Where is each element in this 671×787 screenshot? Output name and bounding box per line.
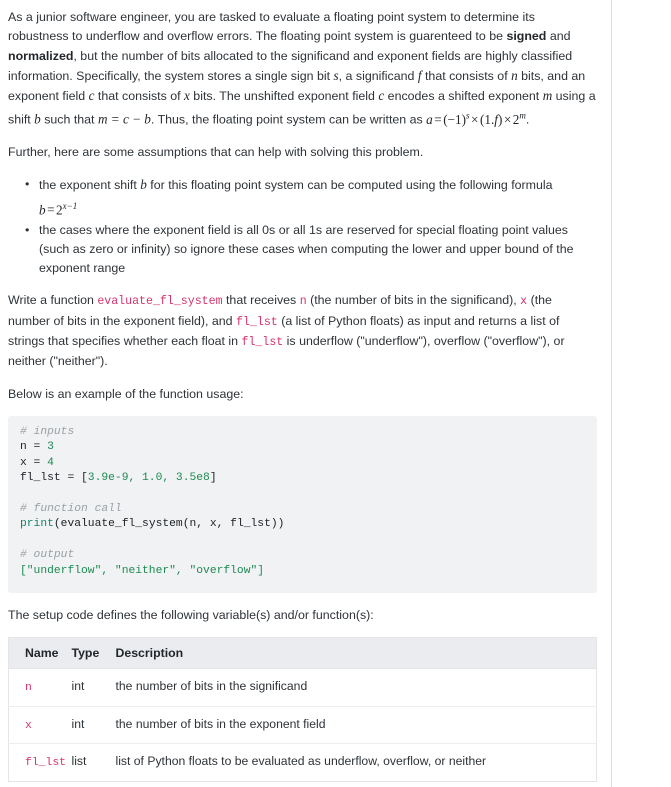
task-paragraph: Write a function evaluate_fl_system that… <box>8 291 597 371</box>
math-symbol-n: n <box>511 67 518 83</box>
code-var-fl-lst: fl_lst = [ <box>20 472 88 485</box>
math-formula-b: b = 2x−1 <box>39 200 78 218</box>
assumption-item-1: • the exponent shift b for this floating … <box>25 175 597 219</box>
header-type: Type <box>71 637 116 670</box>
header-name: Name <box>8 637 72 670</box>
code-comment-output: # output <box>20 549 75 562</box>
intro-text-8: bits. The unshifted exponent field <box>189 89 379 104</box>
code-val-fl-lst-end: ] <box>209 472 217 485</box>
inline-code-n: n <box>299 295 307 309</box>
assumptions-lead: Further, here are some assumptions that … <box>8 145 424 160</box>
cell-name: fl_lst <box>8 743 72 782</box>
assumption-2-text: the cases where the exponent field is al… <box>39 222 574 276</box>
intro-text-1: As a junior software engineer, you are t… <box>8 10 535 44</box>
cell-name: n <box>9 669 72 707</box>
task-text-3: (the number of bits in the significand), <box>306 293 521 308</box>
variable-name-x: x <box>25 719 32 732</box>
header-description: Description <box>115 637 597 670</box>
intro-text-12: . Thus, the floating point system can be… <box>150 112 427 127</box>
cell-name: x <box>8 705 72 744</box>
example-lead: Below is an example of the function usag… <box>8 386 244 401</box>
math-equation-m: m = c − b <box>97 111 151 127</box>
cell-type: list <box>71 743 116 782</box>
table-header-row: Name Type Description <box>8 637 597 670</box>
variable-name-fl-lst: fl_lst <box>25 757 67 770</box>
math-symbol-m: m <box>542 88 553 104</box>
cell-description: list of Python floats to be evaluated as… <box>115 743 597 782</box>
intro-text-4: , a significand <box>338 68 418 83</box>
intro-bold-signed: signed <box>506 29 547 44</box>
code-var-x: x = <box>20 456 48 469</box>
code-comment-call: # function call <box>20 503 122 515</box>
cell-description: the number of bits in the significand <box>115 679 308 694</box>
math-symbol-b: b <box>34 111 41 127</box>
problem-statement-page: As a junior software engineer, you are t… <box>0 0 671 787</box>
task-text-1: Write a function <box>8 293 98 308</box>
intro-text-13: . <box>525 112 530 127</box>
inline-code-function-name: evaluate_fl_system <box>97 295 223 309</box>
code-val-fl-lst: 3.9e-9, 1.0, 3.5e8 <box>87 472 210 485</box>
assumptions-list: • the exponent shift b for this floating … <box>8 175 597 278</box>
bullet-icon: • <box>25 177 30 192</box>
content-panel: As a junior software engineer, you are t… <box>0 0 612 787</box>
table-row: fl_lst list list of Python floats to be … <box>8 743 597 782</box>
intro-paragraph: As a junior software engineer, you are t… <box>8 8 597 130</box>
math-equation-a: a = (−1)s × (1.f) × 2m <box>426 110 526 127</box>
intro-bold-normalized: normalized <box>8 48 74 63</box>
code-var-n: n = <box>20 441 48 454</box>
table-row: x int the number of bits in the exponent… <box>8 705 597 744</box>
intro-text-7: that consists of <box>94 89 184 104</box>
code-val-n: 3 <box>47 441 54 454</box>
bullet-icon: • <box>25 222 30 237</box>
code-print-fn: print <box>20 518 54 531</box>
code-val-x: 4 <box>47 456 54 469</box>
table-row: n int the number of bits in the signific… <box>9 669 597 707</box>
code-call-args: (evaluate_fl_system(n, x, fl_lst)) <box>53 518 285 531</box>
setup-table-lead: The setup code defines the following var… <box>8 608 374 623</box>
intro-text-11: such that <box>40 112 98 127</box>
intro-text-9: encodes a shifted exponent <box>384 89 543 104</box>
cell-type: int <box>71 679 85 694</box>
code-output-value: ["underflow", "neither", "overflow"] <box>20 564 265 577</box>
inline-code-fl-lst-2: fl_lst <box>241 336 284 350</box>
code-comment-inputs: # inputs <box>20 425 75 438</box>
variable-name-n: n <box>25 682 32 695</box>
setup-variables-table: Name Type Description n int the number o… <box>8 637 597 782</box>
inline-code-fl-lst: fl_lst <box>236 315 278 329</box>
assumption-1-text-2: for this floating point system can be co… <box>146 178 553 193</box>
intro-text-2: and <box>546 29 571 44</box>
math-symbol-b-shift: b <box>140 177 147 193</box>
assumption-item-2: • the cases where the exponent field is a… <box>25 221 597 279</box>
assumption-1-text-1: the exponent shift <box>39 178 141 193</box>
intro-text-5: that consists of <box>421 68 512 83</box>
code-example-block: # inputs n = 3 x = 4 fl_lst = [3.9e-9, 1… <box>8 415 597 594</box>
task-text-2: that receives <box>222 293 300 308</box>
cell-description: the number of bits in the exponent field <box>115 705 597 744</box>
cell-type: int <box>71 705 116 744</box>
